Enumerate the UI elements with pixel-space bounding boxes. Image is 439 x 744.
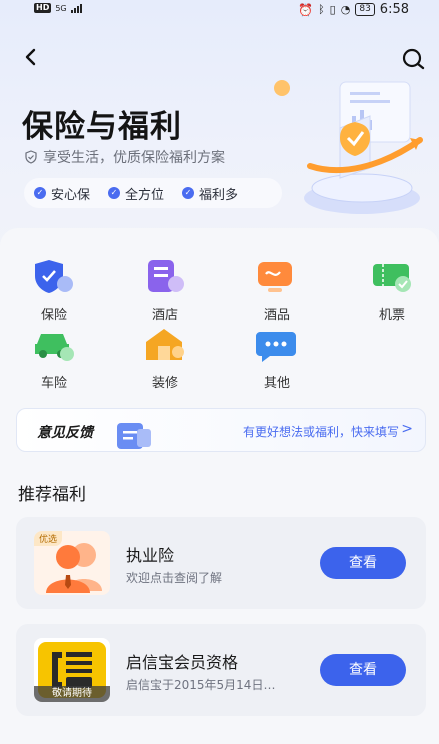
feature-tag: ✓ 安心保 [34,184,90,203]
more-icon [256,332,296,362]
benefit-card[interactable]: 敬请期待 启信宝会员资格 启信宝于2015年5月14日… 查看 [16,624,426,716]
status-bar: HD 5G ⏰ ᛒ ▯ ◔ 83 6:58 [0,0,439,18]
recommended-badge: 优选 [34,531,63,546]
card-thumbnail: 优选 [34,531,110,595]
shield-check-icon [25,150,37,164]
coming-soon-badge: 敬请期待 [34,686,110,702]
feature-tag: ✓ 全方位 [108,184,164,203]
page-subtitle: 享受生活，优质保险福利方案 [24,147,225,167]
network-type: HD [34,3,52,13]
check-icon: ✓ [34,187,46,199]
chevron-right-icon: > [401,421,413,437]
hotel-icon [148,260,184,292]
feedback-banner[interactable]: 意见反馈 有更好想法或福利，快来填写 > [16,408,426,452]
card-title: 执业险 [126,546,175,565]
document-icon [117,423,151,449]
battery-icon: 83 [355,3,375,16]
benefit-card[interactable]: 优选 执业险 欢迎点击查阅了解 查看 [16,517,426,609]
feature-tags: ✓ 安心保 ✓ 全方位 ✓ 福利多 [24,178,282,208]
wifi-icon: ◔ [340,3,351,16]
category-car-insurance[interactable]: 车险 [14,326,94,391]
feedback-link[interactable]: 有更好想法或福利，快来填写 [243,423,399,440]
house-icon [146,329,184,360]
car-icon [35,334,74,361]
page-title: 保险与福利 [22,109,182,145]
category-hotel[interactable]: 酒店 [125,258,205,323]
subtitle-text: 享受生活，优质保险福利方案 [43,150,225,166]
view-button[interactable]: 查看 [320,547,406,579]
insurance-illustration [274,80,423,214]
wine-icon [258,262,292,292]
ticket-icon [373,264,411,292]
feature-tag: ✓ 福利多 [182,184,238,203]
clock: 6:58 [379,2,409,17]
check-icon: ✓ [182,187,195,199]
card-description: 启信宝于2015年5月14日… [126,678,276,692]
category-wine[interactable]: 酒品 [237,258,317,323]
bluetooth-icon: ᛒ [318,3,325,16]
check-icon: ✓ [108,187,121,199]
chevron-left-icon[interactable] [20,46,42,68]
card-title: 启信宝会员资格 [126,653,239,672]
shield-icon [35,260,73,293]
category-flight-ticket[interactable]: 机票 [352,258,432,323]
signal-label: 5G [55,3,67,13]
category-insurance[interactable]: 保险 [14,258,94,323]
card-thumbnail: 敬请期待 [34,638,110,702]
alarm-icon: ⏰ [298,2,314,17]
category-other[interactable]: 其他 [237,326,317,391]
section-title: 推荐福利 [18,485,86,505]
feedback-title: 意见反馈 [37,425,93,441]
category-decoration[interactable]: 装修 [125,326,205,391]
card-description: 欢迎点击查阅了解 [126,571,223,585]
view-button[interactable]: 查看 [320,654,406,686]
vibrate-icon: ▯ [329,3,336,16]
signal-icon [70,3,82,13]
